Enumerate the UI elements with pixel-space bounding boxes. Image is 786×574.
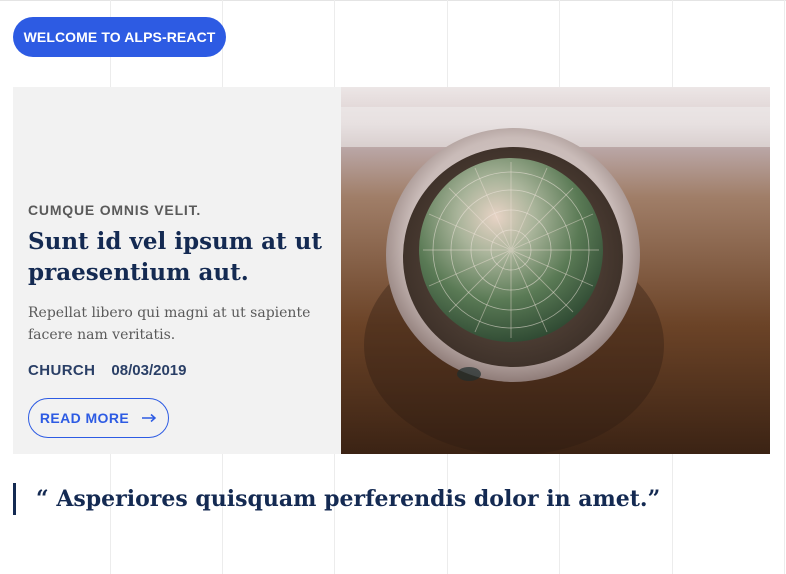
card-excerpt: Repellat libero qui magni at ut sapiente… <box>28 305 311 343</box>
feature-card-content: CUMQUE OMNIS VELIT. Sunt id vel ipsum at… <box>28 202 328 379</box>
read-more-button[interactable]: READ MORE <box>28 398 169 438</box>
welcome-button[interactable]: WELCOME TO ALPS-REACT <box>13 17 226 57</box>
feature-card: CUMQUE OMNIS VELIT. Sunt id vel ipsum at… <box>13 87 770 454</box>
card-kicker: CUMQUE OMNIS VELIT. <box>28 202 202 218</box>
grid-line <box>0 0 786 1</box>
cactus-photo <box>341 87 770 454</box>
card-category: CHURCH <box>28 362 96 379</box>
read-more-label: READ MORE <box>39 410 130 426</box>
card-title[interactable]: Sunt id vel ipsum at ut praesentium aut. <box>28 226 328 288</box>
arrow-right-icon <box>142 413 157 423</box>
grid-line <box>784 0 785 574</box>
card-date: 08/03/2019 <box>111 362 187 379</box>
card-meta: CHURCH 08/03/2019 <box>28 362 328 379</box>
pull-quote: “ Asperiores quisquam perferendis dolor … <box>13 483 660 515</box>
cactus-image <box>341 87 770 454</box>
